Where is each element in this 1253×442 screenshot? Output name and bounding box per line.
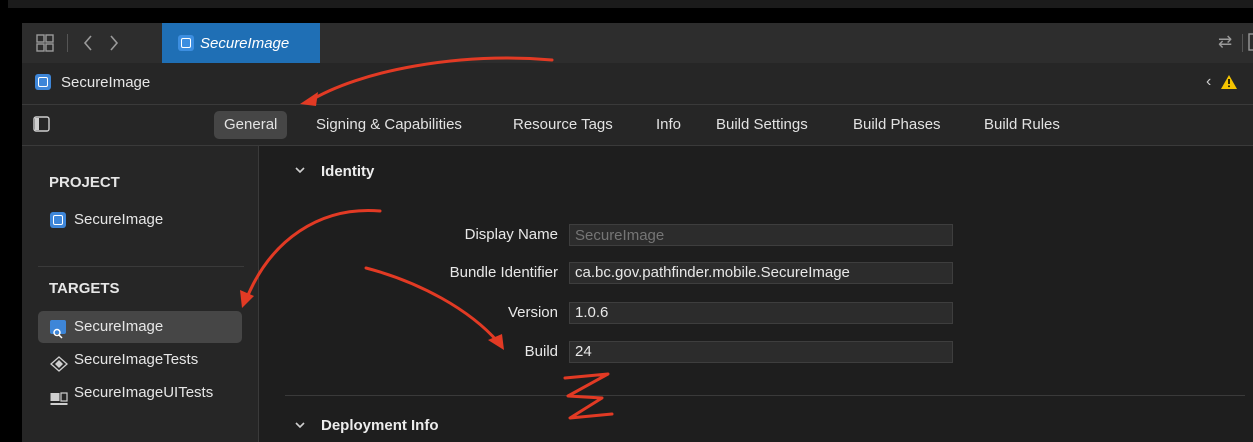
bundle-identifier-field[interactable]: ca.bc.gov.pathfinder.mobile.SecureImage [569, 262, 953, 284]
app-icon [178, 35, 194, 51]
grid-icon[interactable] [36, 34, 54, 55]
tab-general[interactable]: General [214, 111, 288, 139]
sidebar-item-target-tests[interactable]: SecureImageTests [38, 344, 242, 376]
jump-bar: SecureImage ‹ [22, 63, 1253, 105]
chevron-down-icon[interactable] [294, 163, 306, 179]
tab-signing-capabilities[interactable]: Signing & Capabilities [316, 105, 462, 145]
sidebar-item-label: SecureImage [74, 211, 164, 228]
bundle-identifier-label: Bundle Identifier [449, 264, 558, 281]
back-chevron-icon[interactable] [82, 34, 94, 55]
sidebar-item-label: SecureImageUITests [74, 384, 214, 401]
add-editor-icon[interactable] [1248, 33, 1253, 54]
tab-resource-tags[interactable]: Resource Tags [513, 105, 613, 145]
window-tab-bar: SecureImage ⇄ [22, 23, 1253, 63]
warning-icon[interactable] [1221, 75, 1237, 94]
window-top-edge [0, 0, 1253, 8]
sidebar-item-target-uitests[interactable]: SecureImageUITests [38, 377, 242, 409]
version-label: Version [507, 304, 558, 321]
sidebar-item-label: SecureImageTests [74, 351, 199, 368]
general-settings-pane [259, 146, 1253, 442]
tab-info[interactable]: Info [656, 105, 681, 145]
swap-arrows-icon[interactable]: ⇄ [1218, 33, 1232, 51]
app-icon [35, 74, 51, 90]
back-chevron-icon[interactable]: ‹ [1206, 73, 1211, 91]
active-tab-label: SecureImage [200, 35, 290, 52]
section-divider [285, 395, 1245, 396]
chevron-down-icon[interactable] [294, 418, 306, 434]
ui-test-target-icon [50, 386, 68, 418]
active-editor-tab[interactable]: SecureImage [162, 23, 320, 63]
tab-build-phases[interactable]: Build Phases [853, 105, 941, 145]
display-name-label: Display Name [464, 226, 558, 243]
version-field[interactable]: 1.0.6 [569, 302, 953, 324]
sidebar-divider [38, 266, 244, 267]
section-title-deployment-info[interactable]: Deployment Info [321, 417, 439, 434]
editor-section-tabs: General Signing & Capabilities Resource … [22, 105, 1253, 146]
project-navigator: PROJECT SecureImage TARGETS SecureImage … [22, 146, 259, 442]
tab-build-settings[interactable]: Build Settings [716, 105, 808, 145]
window-left-edge [0, 0, 8, 442]
sidebar-item-project[interactable]: SecureImage [38, 204, 242, 236]
app-icon [50, 212, 66, 228]
section-title-identity[interactable]: Identity [321, 163, 374, 180]
sidebar-toggle-icon[interactable] [33, 116, 50, 137]
display-name-field[interactable] [569, 224, 953, 246]
sidebar-item-target-app[interactable]: SecureImage [38, 311, 242, 343]
breadcrumb-project[interactable]: SecureImage [61, 74, 150, 91]
forward-chevron-icon[interactable] [108, 34, 120, 55]
project-header: PROJECT [49, 174, 120, 191]
targets-header: TARGETS [49, 280, 120, 297]
build-field[interactable]: 24 [569, 341, 953, 363]
tab-build-rules[interactable]: Build Rules [984, 105, 1060, 145]
app-target-icon [50, 320, 66, 339]
build-label: Build [524, 343, 558, 360]
sidebar-item-label: SecureImage [74, 318, 164, 335]
